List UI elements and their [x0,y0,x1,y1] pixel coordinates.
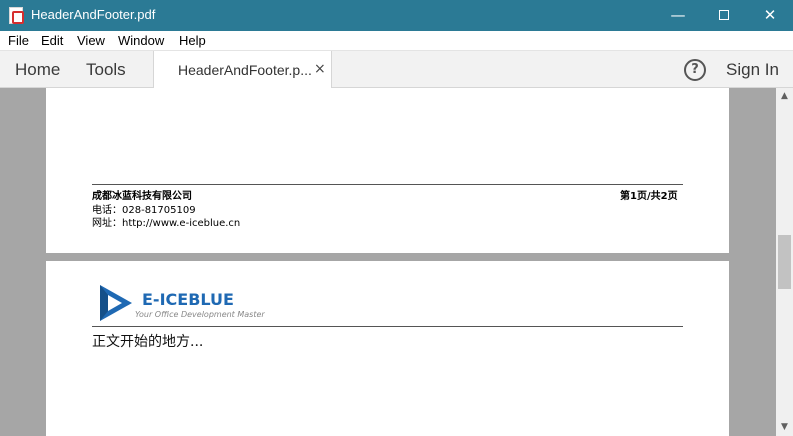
menu-window[interactable]: Window [118,33,164,49]
home-tab[interactable]: Home [15,60,60,80]
tab-bar: Home Tools HeaderAndFooter.p... × ? Sign… [0,51,793,88]
menu-edit[interactable]: Edit [41,33,63,49]
maximize-button[interactable] [701,0,747,31]
menu-bar: File Edit View Window Help [0,31,793,51]
scroll-up-icon[interactable]: ▲ [776,88,793,105]
document-viewer[interactable]: 成都冰蓝科技有限公司 电话：028-81705109 网址：http://www… [0,88,776,436]
brand-tagline: Your Office Development Master [135,310,265,319]
minimize-button[interactable]: — [655,0,701,31]
brand-name: E-ICEBLUE [142,290,234,309]
footer-divider [92,184,683,185]
tools-tab[interactable]: Tools [86,60,126,80]
body-text: 正文开始的地方... [92,334,204,350]
window-title: HeaderAndFooter.pdf [31,7,156,22]
title-bar: HeaderAndFooter.pdf — ✕ [0,0,793,31]
document-tab-label: HeaderAndFooter.p... [178,62,312,78]
pdf-page-2: E-ICEBLUE Your Office Development Master… [46,261,729,436]
menu-file[interactable]: File [8,33,29,49]
sign-in-button[interactable]: Sign In [726,60,779,80]
close-tab-icon[interactable]: × [314,61,326,77]
help-circle-icon[interactable]: ? [684,59,706,81]
footer-page-number: 第1页/共2页 [620,191,678,202]
document-tab[interactable]: HeaderAndFooter.p... × [153,51,332,88]
header-divider [92,326,683,327]
maximize-icon [719,9,729,20]
footer-company: 成都冰蓝科技有限公司 [92,191,192,202]
pdf-page-1: 成都冰蓝科技有限公司 电话：028-81705109 网址：http://www… [46,88,729,253]
menu-view[interactable]: View [77,33,105,49]
pdf-file-icon [9,7,24,24]
scroll-down-icon[interactable]: ▼ [776,419,793,436]
vertical-scrollbar[interactable]: ▲ ▼ [776,88,793,436]
footer-website: 网址：http://www.e-iceblue.cn [92,218,241,229]
e-iceblue-logo-icon [100,285,132,321]
scroll-thumb[interactable] [778,235,791,289]
footer-phone: 电话：028-81705109 [92,205,196,216]
close-window-button[interactable]: ✕ [747,0,793,31]
menu-help[interactable]: Help [179,33,206,49]
